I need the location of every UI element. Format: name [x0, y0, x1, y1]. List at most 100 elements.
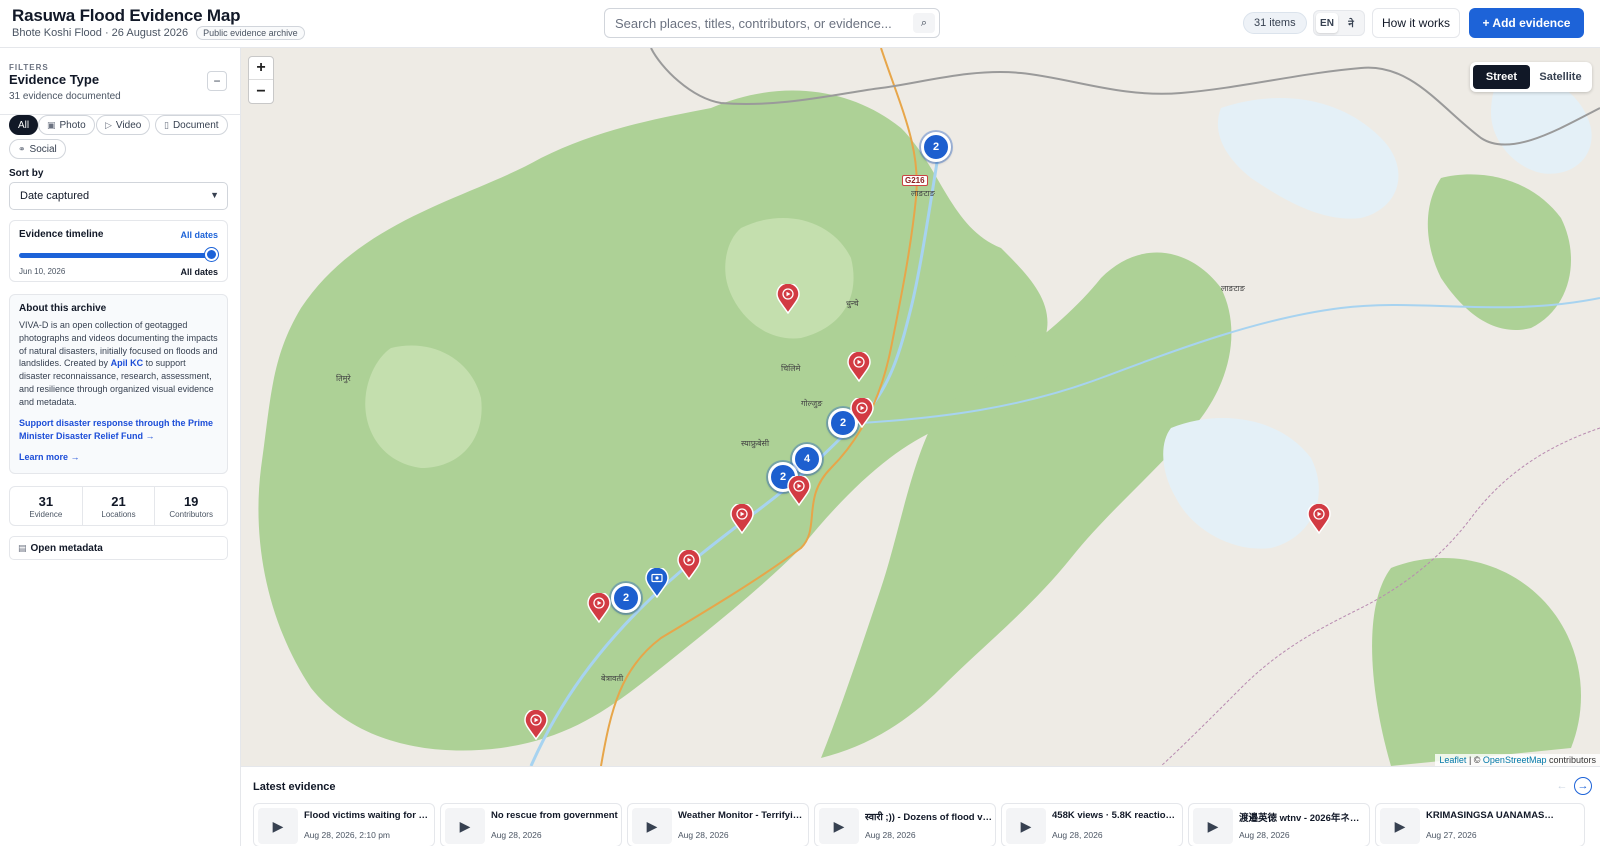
- archive-badge: Public evidence archive: [196, 26, 305, 40]
- about-text: VIVA-D is an open collection of geotagge…: [19, 319, 219, 409]
- video-pin-icon[interactable]: [847, 352, 871, 382]
- chip-label: Social: [29, 143, 57, 155]
- glacier-area: [1163, 418, 1319, 549]
- video-pin-icon[interactable]: [776, 284, 800, 314]
- app-root: Rasuwa Flood Evidence Map Bhote Koshi Fl…: [0, 0, 1600, 846]
- metadata-label: Open metadata: [30, 542, 103, 554]
- chip-label: All: [18, 119, 30, 131]
- place-label: बेत्रावती: [601, 674, 624, 683]
- stat-label: Contributors: [169, 509, 213, 519]
- evidence-card[interactable]: ▶ No rescue from government Aug 28, 2026: [440, 803, 622, 846]
- place-label: चिलिमे: [781, 364, 801, 373]
- forest-area: [1372, 558, 1581, 766]
- about-archive-panel: About this archive VIVA-D is an open col…: [9, 294, 228, 474]
- evidence-date: Aug 27, 2026: [1426, 830, 1477, 840]
- filters-label: FILTERS: [9, 63, 49, 72]
- video-pin-icon[interactable]: [524, 710, 548, 740]
- about-title: About this archive: [19, 303, 107, 314]
- search-input[interactable]: Search places, titles, contributors, or …: [604, 8, 940, 38]
- stat-evidence: 31 Evidence: [10, 487, 83, 525]
- attribution-separator: | ©: [1466, 755, 1483, 765]
- lang-en-option[interactable]: EN: [1316, 13, 1338, 33]
- place-label: लाङटाङ: [1221, 284, 1245, 293]
- osm-link[interactable]: OpenStreetMap: [1483, 755, 1547, 765]
- video-pin-icon[interactable]: [1307, 504, 1331, 534]
- zoom-out-button[interactable]: −: [249, 80, 273, 103]
- evidence-card[interactable]: ▶ Flood victims waiting for air... Aug 2…: [253, 803, 435, 846]
- play-icon: ▶: [819, 808, 859, 844]
- video-pin-icon[interactable]: [730, 504, 754, 534]
- map-cluster[interactable]: 2: [611, 583, 641, 613]
- filter-chip-social[interactable]: ⚭ Social: [9, 139, 66, 159]
- map-tiles: [258, 48, 1600, 766]
- timeline-title: Evidence timeline: [19, 229, 104, 240]
- author-link[interactable]: Apil KC: [111, 358, 144, 368]
- street-layer-button[interactable]: Street: [1473, 65, 1530, 89]
- table-icon: ▤: [18, 542, 27, 553]
- chevron-down-icon: ▼: [210, 190, 219, 200]
- lang-ne-option[interactable]: ने: [1340, 13, 1362, 33]
- map-canvas[interactable]: G216 लाङटाङ धुन्चे गोल्जुङ स्याफ्रुबेसी …: [241, 48, 1600, 766]
- collapse-filters-button[interactable]: −: [207, 71, 227, 91]
- relief-fund-link[interactable]: Support disaster response through the Pr…: [19, 417, 219, 443]
- video-pin-icon[interactable]: [850, 398, 874, 428]
- stat-label: Evidence: [29, 509, 63, 519]
- photo-pin-icon[interactable]: [645, 568, 669, 598]
- play-icon: ▶: [632, 808, 672, 844]
- stats-panel: 31 Evidence 21 Locations 19 Contributors: [9, 486, 228, 526]
- learn-more-link[interactable]: Learn more →: [19, 452, 80, 462]
- video-pin-icon[interactable]: [787, 476, 811, 506]
- add-evidence-button[interactable]: + Add evidence: [1469, 8, 1584, 38]
- evidence-title: No rescue from government: [491, 810, 618, 821]
- place-label: धुन्चे: [846, 299, 859, 308]
- search-placeholder: Search places, titles, contributors, or …: [615, 15, 892, 31]
- satellite-layer-button[interactable]: Satellite: [1532, 65, 1589, 89]
- evidence-card[interactable]: ▶ 458K views · 5.8K reactions... Aug 28,…: [1001, 803, 1183, 846]
- zoom-in-button[interactable]: +: [249, 57, 273, 80]
- play-icon: ▶: [1006, 808, 1046, 844]
- next-arrow-icon[interactable]: →: [1574, 777, 1592, 795]
- filter-chip-document[interactable]: ▯ Document: [155, 115, 228, 135]
- video-pin-icon[interactable]: [677, 550, 701, 580]
- place-label: स्याफ्रुबेसी: [741, 439, 770, 448]
- evidence-date: Aug 28, 2026: [865, 830, 916, 840]
- photo-icon: ▣: [47, 119, 56, 130]
- evidence-card[interactable]: ▶ Weather Monitor - Terrifying... Aug 28…: [627, 803, 809, 846]
- stat-value: 31: [38, 493, 54, 509]
- play-icon: ▶: [258, 808, 298, 844]
- timeline-track[interactable]: [19, 253, 215, 258]
- filter-chip-all[interactable]: All: [9, 115, 39, 135]
- stat-value: 21: [111, 493, 126, 509]
- leaflet-link[interactable]: Leaflet: [1439, 755, 1466, 765]
- all-dates-link[interactable]: All dates: [180, 230, 218, 240]
- road-shield: G216: [902, 175, 928, 186]
- evidence-card[interactable]: ▶ 渡邉英徳 wtnv - 2026年ネパ... Aug 28, 2026: [1188, 803, 1370, 846]
- timeline-slider-handle[interactable]: [205, 248, 218, 261]
- stat-contributors: 19 Contributors: [155, 487, 227, 525]
- map-cluster[interactable]: 2: [921, 132, 951, 162]
- app-subtitle: Bhote Koshi Flood · 26 August 2026 Publi…: [12, 26, 305, 40]
- evidence-card[interactable]: ▶ स्वारी ;)) - Dozens of flood vi... Aug…: [814, 803, 996, 846]
- search-icon[interactable]: ⌕: [913, 13, 935, 33]
- glacier-area: [1217, 98, 1399, 219]
- place-label: तिमुरे: [336, 374, 351, 383]
- open-metadata-button[interactable]: ▤ Open metadata: [9, 536, 228, 560]
- filters-sidebar: FILTERS Evidence Type 31 evidence docume…: [0, 48, 241, 846]
- map-attribution: Leaflet | © OpenStreetMap contributors: [1435, 754, 1600, 766]
- how-it-works-button[interactable]: How it works: [1372, 8, 1460, 38]
- place-label: गोल्जुङ: [801, 399, 823, 408]
- base-layer-toggle[interactable]: Street Satellite: [1470, 62, 1592, 92]
- video-pin-icon[interactable]: [587, 593, 611, 623]
- evidence-card[interactable]: ▶ KRIMASINGSA UANAMASI... Aug 27, 2026: [1375, 803, 1585, 846]
- sort-value: Date captured: [20, 190, 90, 202]
- app-title: Rasuwa Flood Evidence Map: [12, 6, 241, 25]
- filter-chip-photo[interactable]: ▣ Photo: [38, 115, 95, 135]
- stat-value: 19: [183, 493, 199, 509]
- sort-select[interactable]: Date captured ▼: [9, 182, 228, 210]
- language-toggle[interactable]: EN ने: [1313, 10, 1365, 36]
- place-label: लाङटाङ: [911, 189, 935, 198]
- previous-arrow-icon[interactable]: ←: [1553, 777, 1571, 795]
- filter-chip-video[interactable]: ▷ Video: [96, 115, 151, 135]
- attribution-tail: contributors: [1546, 755, 1596, 765]
- latest-evidence-title: Latest evidence: [253, 781, 336, 793]
